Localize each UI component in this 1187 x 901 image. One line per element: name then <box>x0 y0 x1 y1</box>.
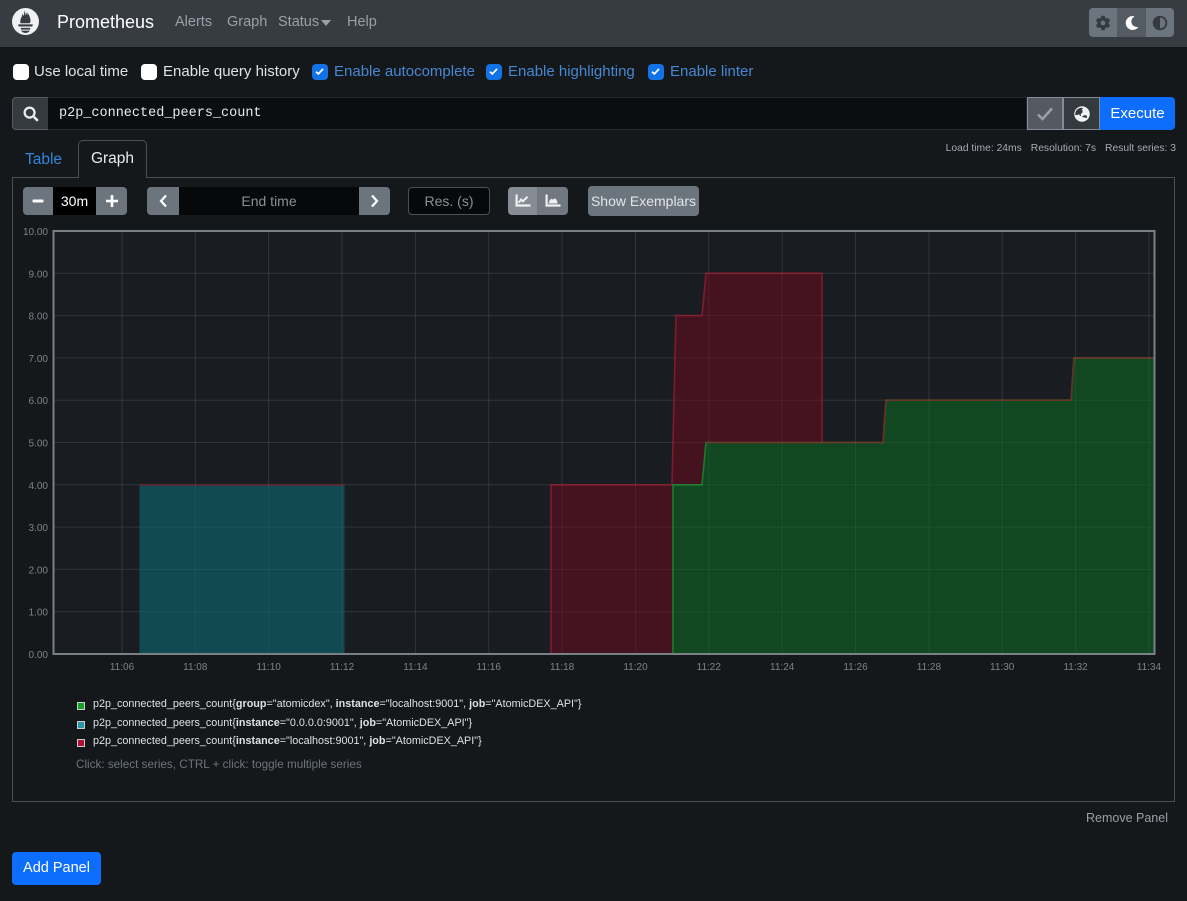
svg-text:11:30: 11:30 <box>990 662 1015 673</box>
svg-text:11:24: 11:24 <box>770 662 795 673</box>
svg-text:6.00: 6.00 <box>29 396 49 407</box>
svg-text:0.00: 0.00 <box>29 650 49 661</box>
svg-text:5.00: 5.00 <box>29 439 49 450</box>
svg-text:11:28: 11:28 <box>917 662 942 673</box>
svg-text:9.00: 9.00 <box>29 269 49 280</box>
svg-text:11:16: 11:16 <box>477 662 502 673</box>
svg-text:2.00: 2.00 <box>29 565 49 576</box>
svg-text:1.00: 1.00 <box>29 608 49 619</box>
svg-text:8.00: 8.00 <box>29 312 49 323</box>
svg-text:11:12: 11:12 <box>330 662 355 673</box>
svg-text:11:22: 11:22 <box>697 662 722 673</box>
svg-text:11:06: 11:06 <box>110 662 135 673</box>
svg-text:11:10: 11:10 <box>257 662 282 673</box>
svg-text:11:26: 11:26 <box>843 662 868 673</box>
svg-text:11:08: 11:08 <box>183 662 208 673</box>
svg-text:3.00: 3.00 <box>29 523 49 534</box>
svg-text:7.00: 7.00 <box>29 354 49 365</box>
svg-text:10.00: 10.00 <box>23 227 48 238</box>
svg-text:11:34: 11:34 <box>1137 662 1162 673</box>
svg-text:11:32: 11:32 <box>1063 662 1088 673</box>
svg-text:11:20: 11:20 <box>623 662 648 673</box>
svg-text:4.00: 4.00 <box>29 481 49 492</box>
svg-text:11:18: 11:18 <box>550 662 575 673</box>
svg-text:11:14: 11:14 <box>403 662 428 673</box>
